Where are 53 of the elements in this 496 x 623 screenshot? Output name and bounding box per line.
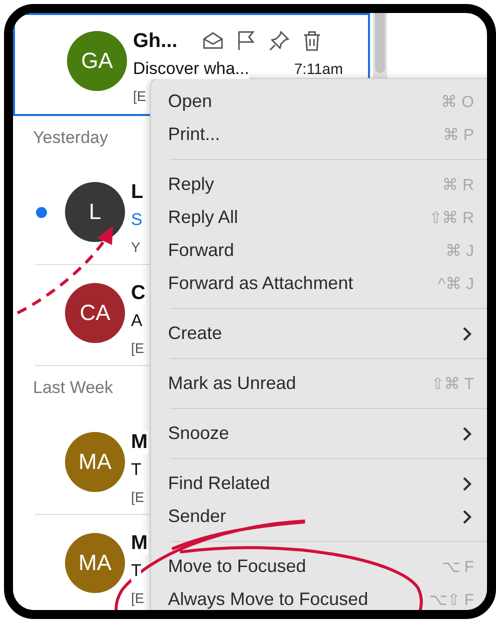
message-preview: T — [131, 561, 142, 581]
keyboard-shortcut: ⇧⌘ R — [429, 208, 474, 228]
avatar: GA — [67, 31, 127, 91]
avatar: MA — [65, 432, 125, 492]
menu-item-label: Reply All — [168, 207, 238, 228]
chevron-right-icon — [462, 508, 472, 524]
avatar: MA — [65, 533, 125, 593]
message-row[interactable]: L L S Y — [35, 164, 150, 265]
date-header: Yesterday — [32, 127, 108, 149]
message-row[interactable]: MA M T [E — [35, 414, 150, 515]
keyboard-shortcut: ⌘ R — [442, 176, 474, 194]
keyboard-shortcut: ⌘ O — [441, 92, 474, 112]
message-row[interactable]: MA M T [E — [35, 515, 150, 610]
keyboard-shortcut: ⌥ F — [442, 558, 474, 576]
menu-item-label: Always Move to Focused — [168, 589, 368, 610]
message-time: 7:11am — [294, 60, 343, 78]
menu-item[interactable]: Move to Focused ⌥ F — [151, 550, 487, 583]
submenu-item[interactable]: Snooze — [151, 417, 487, 450]
message-preview: Discover wha... — [133, 59, 250, 79]
menu-item-label: Create — [168, 323, 222, 344]
menu-item-label: Move to Focused — [168, 556, 306, 577]
menu-item-label: Forward — [168, 240, 234, 261]
keyboard-shortcut: ⌥⇧ F — [428, 590, 474, 610]
chevron-right-icon — [462, 476, 472, 492]
chevron-right-icon — [462, 326, 472, 342]
keyboard-shortcut: ^⌘ J — [438, 274, 474, 294]
keyboard-shortcut: ⇧⌘ T — [431, 374, 474, 394]
pin-icon[interactable] — [267, 29, 292, 53]
menu-item[interactable]: Forward as Attachment ^⌘ J — [151, 267, 487, 300]
menu-item-label: Reply — [168, 174, 214, 195]
keyboard-shortcut: ⌘ P — [442, 126, 474, 144]
menu-item[interactable]: Print... ⌘ P — [151, 118, 487, 151]
submenu-item[interactable]: Create — [151, 317, 487, 350]
menu-item-label: Forward as Attachment — [168, 273, 354, 294]
chevron-right-icon — [462, 426, 472, 442]
avatar: L — [65, 182, 125, 242]
avatar: CA — [65, 283, 125, 343]
menu-item[interactable]: Always Move to Focused ⌥⇧ F — [151, 583, 487, 610]
menu-item[interactable]: Mark as Unread ⇧⌘ T — [151, 367, 487, 400]
menu-item-label: Sender — [168, 506, 226, 527]
keyboard-shortcut: ⌘ J — [446, 242, 474, 260]
menu-item[interactable]: Forward ⌘ J — [151, 234, 487, 267]
submenu-item[interactable]: Find Related — [151, 467, 487, 500]
submenu-item[interactable]: Sender — [151, 500, 487, 533]
menu-item[interactable]: Reply ⌘ R — [151, 168, 487, 201]
menu-item-label: Snooze — [168, 423, 230, 444]
menu-item-label: Print... — [168, 124, 220, 145]
date-header: Last Week — [32, 377, 114, 399]
menu-item[interactable]: Reply All ⇧⌘ R — [151, 201, 487, 234]
menu-item-label: Open — [168, 91, 212, 112]
message-row[interactable]: CA C A [E — [35, 265, 150, 366]
menu-item-label: Mark as Unread — [168, 373, 296, 394]
menu-item-label: Find Related — [168, 473, 270, 494]
